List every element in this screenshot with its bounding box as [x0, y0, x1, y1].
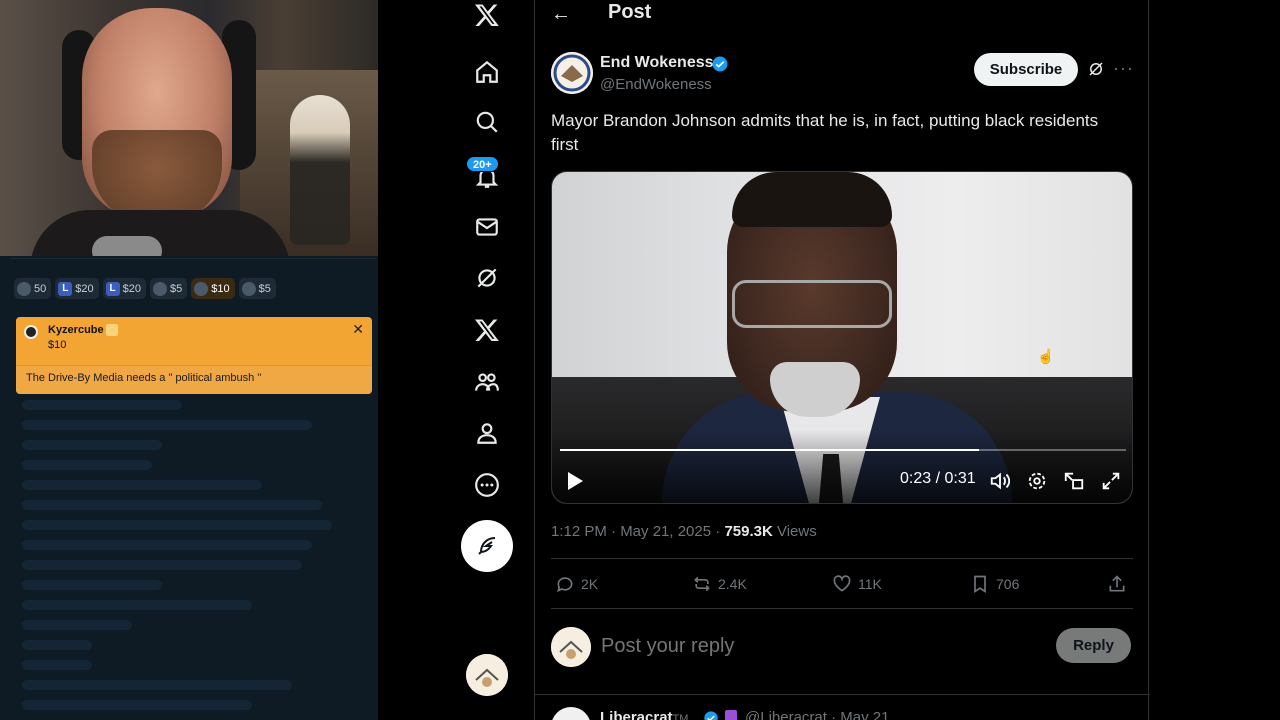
letter-l-icon: L — [105, 281, 120, 296]
post-timestamp[interactable]: 1:12 PM · May 21, 2025 — [551, 523, 711, 540]
verified-badge-icon — [712, 56, 728, 72]
crown-icon — [106, 324, 118, 336]
affiliate-badge-icon — [725, 710, 737, 720]
user-avatar-icon — [194, 281, 209, 296]
tips-row: 50 L $20 L $20 $5 $10 $5 — [14, 278, 276, 299]
donation-amount: $10 — [48, 339, 67, 351]
tip-chip[interactable]: $10 — [191, 278, 235, 299]
tip-chip[interactable]: $5 — [149, 278, 188, 299]
tip-chip[interactable]: L $20 — [102, 278, 146, 299]
reply-button[interactable]: Reply — [1056, 628, 1131, 663]
repost-icon — [694, 576, 710, 592]
back-arrow-icon[interactable]: ← — [551, 3, 571, 26]
my-avatar — [551, 627, 591, 667]
video-progress-fill — [560, 449, 979, 451]
reply-input[interactable] — [601, 632, 961, 660]
microphone — [92, 236, 162, 256]
notifications-badge: 20+ — [466, 156, 499, 172]
glasses — [732, 280, 892, 328]
repost-action[interactable]: 2.4K — [692, 574, 747, 594]
play-icon[interactable] — [565, 470, 585, 492]
author-avatar[interactable] — [551, 52, 593, 94]
grok-icon[interactable] — [1087, 60, 1105, 78]
tip-chip[interactable]: $5 — [238, 278, 276, 299]
close-icon[interactable]: ✕ — [352, 321, 364, 338]
bookmark-action[interactable]: 706 — [970, 574, 1019, 594]
user-avatar-icon — [152, 281, 167, 296]
tip-chip[interactable]: 50 — [14, 278, 52, 299]
feather-icon — [478, 537, 496, 555]
post-text: Mayor Brandon Johnson admits that he is,… — [551, 111, 1099, 154]
donor-name: Kyzercube — [48, 324, 104, 336]
verified-badge-icon — [704, 711, 718, 720]
donation-alert: Kyzercube $10 ✕ The Drive-By Media needs… — [16, 317, 372, 394]
user-avatar-icon — [241, 281, 256, 296]
volume-icon[interactable] — [989, 470, 1011, 492]
donor-avatar — [24, 325, 38, 339]
side-nav — [440, 0, 534, 720]
cursor-icon: ☝ — [1037, 348, 1055, 364]
more-circle-icon[interactable] — [462, 465, 512, 505]
more-options-icon[interactable]: ··· — [1113, 58, 1134, 79]
divider — [10, 258, 376, 259]
stream-panel: 50 L $20 L $20 $5 $10 $5 Kyzercube $10 ✕ T… — [0, 0, 378, 720]
webcam-feed — [0, 0, 378, 256]
divider — [551, 608, 1133, 609]
fullscreen-icon[interactable] — [1100, 470, 1122, 492]
x-logo-icon[interactable] — [462, 0, 512, 35]
settings-gear-icon[interactable] — [1026, 470, 1048, 492]
subscribe-button[interactable]: Subscribe — [974, 53, 1078, 86]
portrait-painting — [290, 95, 350, 245]
post-column: ← Post End Wokeness @EndWokeness Subscri… — [534, 0, 1150, 720]
share-icon — [1109, 575, 1125, 592]
reply-author-name[interactable]: LiberacratTM — [600, 709, 688, 720]
account-avatar[interactable] — [466, 654, 508, 696]
home-icon[interactable] — [462, 52, 512, 92]
page-title: Post — [608, 1, 652, 23]
donation-message: The Drive-By Media needs a " political a… — [16, 365, 372, 394]
divider — [551, 558, 1133, 559]
letter-l-icon: L — [58, 281, 73, 296]
communities-icon[interactable] — [462, 362, 512, 402]
reply-author-handle[interactable]: @Liberacrat · May 21 — [745, 709, 889, 720]
compose-post-button[interactable] — [461, 520, 513, 572]
views-count: 759.3K — [724, 523, 773, 540]
profile-icon[interactable] — [462, 413, 512, 453]
pip-icon[interactable] — [1063, 470, 1085, 492]
author-handle[interactable]: @EndWokeness — [600, 76, 712, 93]
grok-icon[interactable] — [462, 258, 512, 298]
reply-action[interactable]: 2K — [555, 574, 598, 594]
chat-feed — [22, 400, 362, 720]
mail-icon[interactable] — [462, 207, 512, 247]
x-premium-icon[interactable] — [462, 310, 512, 350]
author-name[interactable]: End Wokeness — [600, 54, 714, 72]
post-actions: 2K 2.4K 11K 706 — [551, 570, 1133, 600]
post-meta: 1:12 PM · May 21, 2025 · 759.3K Views — [551, 523, 817, 540]
tip-chip[interactable]: L $20 — [55, 278, 99, 299]
video-time: 0:23 / 0:31 — [900, 470, 976, 487]
heart-icon — [833, 575, 851, 592]
share-action[interactable] — [1107, 574, 1127, 594]
video-player[interactable]: ☝ 0:23 / 0:31 — [551, 171, 1133, 504]
reply-icon — [557, 577, 573, 593]
like-action[interactable]: 11K — [832, 574, 882, 594]
bookmark-icon — [974, 575, 986, 594]
user-avatar-icon — [17, 281, 31, 296]
video-progress-bar[interactable] — [560, 449, 1126, 451]
search-icon[interactable] — [462, 102, 512, 142]
reply-author-avatar[interactable] — [551, 707, 591, 720]
views-label: Views — [772, 523, 817, 540]
divider — [535, 694, 1150, 695]
